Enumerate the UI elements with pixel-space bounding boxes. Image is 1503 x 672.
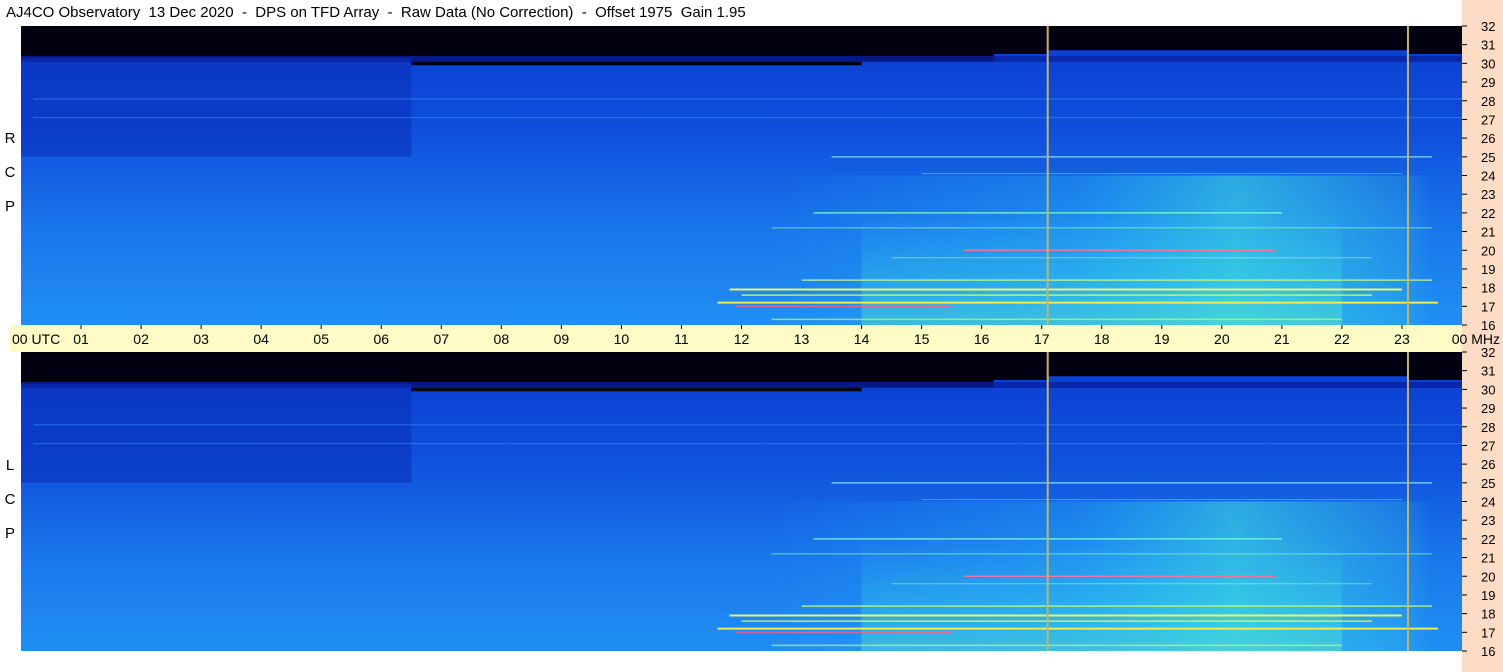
lcp-freq-tick-label: 17 xyxy=(1481,625,1495,640)
lcp-freq-tick-label: 29 xyxy=(1481,401,1495,416)
rcp-freq-tick-label: 19 xyxy=(1481,262,1495,277)
utc-tick-label: 14 xyxy=(854,331,870,347)
lcp-activity-glow-core xyxy=(861,538,1342,651)
utc-tick-label: 12 xyxy=(734,331,750,347)
lcp-freq-tick-label: 32 xyxy=(1481,345,1495,360)
utc-tick-label: 09 xyxy=(554,331,570,347)
utc-tick-label: 18 xyxy=(1094,331,1110,347)
lcp-freq-tick-label: 28 xyxy=(1481,420,1495,435)
lcp-freq-tick-label: 16 xyxy=(1481,644,1495,659)
rcp-freq-tick-label: 20 xyxy=(1481,243,1495,258)
lcp-freq-tick-label: 22 xyxy=(1481,532,1495,547)
rcp-freq-tick-label: 18 xyxy=(1481,281,1495,296)
lcp-freq-tick-label: 19 xyxy=(1481,588,1495,603)
rcp-freq-tick-label: 23 xyxy=(1481,187,1495,202)
utc-tick-label: 23 xyxy=(1394,331,1410,347)
lcp-freq-tick-label: 20 xyxy=(1481,569,1495,584)
utc-tick-label: 17 xyxy=(1034,331,1050,347)
lcp-freq-tick-label: 31 xyxy=(1481,364,1495,379)
rcp-freq-tick-label: 28 xyxy=(1481,94,1495,109)
lcp-freq-tick-label: 23 xyxy=(1481,513,1495,528)
utc-tick-label: 05 xyxy=(313,331,329,347)
lcp-freq-tick-label: 24 xyxy=(1481,495,1495,510)
rcp-freq-tick-label: 32 xyxy=(1481,19,1495,34)
lcp-early-dark-band xyxy=(21,378,412,483)
lcp-freq-tick-label: 30 xyxy=(1481,382,1495,397)
rcp-edge-band xyxy=(21,55,1462,62)
rcp-freq-tick-label: 21 xyxy=(1481,225,1495,240)
rcp-freq-tick-label: 17 xyxy=(1481,299,1495,314)
utc-tick-label: 20 xyxy=(1214,331,1230,347)
rcp-freq-tick-label: 30 xyxy=(1481,56,1495,71)
lcp-freq-tick-label: 25 xyxy=(1481,476,1495,491)
utc-tick-label: 21 xyxy=(1274,331,1290,347)
utc-tick-label: 07 xyxy=(434,331,450,347)
lcp-freq-tick-label: 26 xyxy=(1481,457,1495,472)
utc-tick-label: 16 xyxy=(974,331,990,347)
utc-tick-label: 19 xyxy=(1154,331,1170,347)
rcp-freq-tick-label: 27 xyxy=(1481,112,1495,127)
lcp-freq-tick-label: 27 xyxy=(1481,438,1495,453)
rcp-freq-tick-label: 31 xyxy=(1481,38,1495,53)
rcp-early-dark-band xyxy=(21,52,412,157)
utc-tick-label: 00 MHz xyxy=(1452,331,1500,347)
rcp-freq-tick-label: 22 xyxy=(1481,206,1495,221)
utc-tick-label: 02 xyxy=(133,331,149,347)
utc-tick-label: 08 xyxy=(494,331,510,347)
utc-tick-label: 04 xyxy=(253,331,269,347)
lcp-spectrogram: 32 31 30 29 28 27 26 25 24 23 22 21 20 19 18 17 16 xyxy=(21,345,1495,659)
utc-tick-label: 15 xyxy=(914,331,930,347)
rcp-freq-tick-label: 24 xyxy=(1481,169,1495,184)
utc-tick-label: 01 xyxy=(73,331,89,347)
rcp-freq-tick-label: 26 xyxy=(1481,131,1495,146)
rcp-spectrogram: 3231302928272625242322212019181716 xyxy=(21,19,1495,333)
utc-tick-label: 03 xyxy=(193,331,209,347)
utc-tick-label: 06 xyxy=(373,331,389,347)
lcp-freq-tick-label: 18 xyxy=(1481,607,1495,622)
utc-tick-label: 22 xyxy=(1334,331,1350,347)
rcp-activity-glow-core xyxy=(861,212,1342,325)
utc-tick-label: 13 xyxy=(794,331,810,347)
lcp-freq-tick-label: 21 xyxy=(1481,551,1495,566)
spectrogram-chart: 32 31 30 29 28 27 26 25 24 23 22 21 20 19 18 17 16 32 31 30… xyxy=(12,19,1500,659)
utc-tick-label: 10 xyxy=(614,331,630,347)
lcp-edge-band xyxy=(21,381,1462,388)
rcp-freq-tick-label: 25 xyxy=(1481,150,1495,165)
utc-tick-label: 00 UTC xyxy=(12,331,60,347)
rcp-freq-tick-label: 29 xyxy=(1481,75,1495,90)
utc-tick-label: 11 xyxy=(674,331,689,347)
